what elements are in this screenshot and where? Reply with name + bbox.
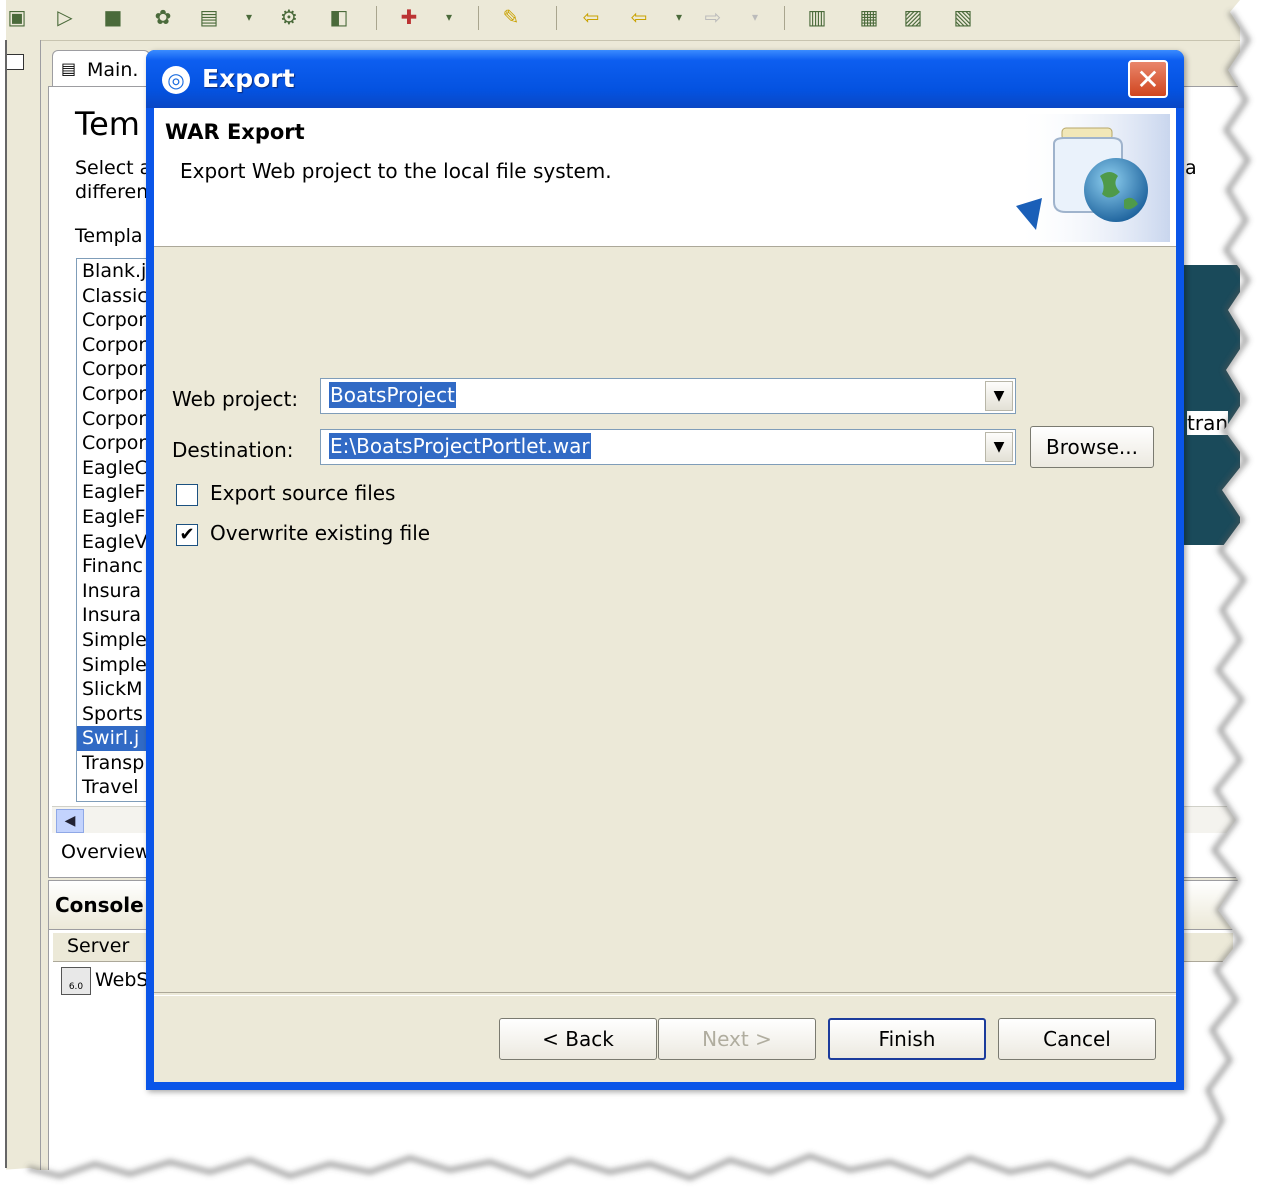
chevron-down-icon[interactable]: ▾	[236, 4, 262, 30]
chevron-down-icon[interactable]: ▾	[436, 4, 462, 30]
checkmark-icon: ✔	[179, 524, 195, 545]
eclipse-swirl-icon: ◎	[162, 66, 190, 94]
dialog-title-bar[interactable]: ◎ Export ✕	[146, 50, 1184, 108]
toolbar-separator	[478, 6, 479, 30]
server-column-label[interactable]: Server	[67, 935, 129, 957]
layout-icon[interactable]: ▤	[196, 4, 222, 30]
next-button[interactable]: Next >	[658, 1018, 816, 1060]
export-source-label[interactable]: Export source files	[210, 481, 395, 505]
web-project-label: Web project:	[172, 387, 299, 411]
scroll-left-icon[interactable]: ◀	[56, 809, 84, 833]
chevron-down-icon[interactable]: ▾	[742, 4, 768, 30]
destination-label: Destination:	[172, 438, 294, 462]
description-line: Select a	[75, 157, 152, 179]
page-icon: ▤	[61, 59, 77, 78]
left-view-strip	[0, 40, 41, 1170]
footer-separator	[154, 992, 1176, 996]
tab-overview[interactable]: Overview	[61, 841, 150, 863]
cancel-button[interactable]: Cancel	[998, 1018, 1156, 1060]
main-toolbar: ▣ ▷ ■ ✿ ▤ ▾ ⚙ ◧ ✚ ▾ ✎ ⇦ ⇦ ▾ ⇨ ▾ ▥ ▦ ▨ ▧	[0, 0, 1240, 41]
dialog-title: Export	[202, 64, 295, 93]
open-icon[interactable]: ▷	[52, 4, 78, 30]
pin-icon[interactable]: ✎	[498, 4, 524, 30]
destination-combo[interactable]: E:\BoatsProjectPortlet.war ▼	[320, 429, 1016, 465]
edit-page-icon[interactable]: ▦	[856, 4, 882, 30]
browse-button[interactable]: Browse...	[1030, 426, 1154, 468]
console-title[interactable]: Console	[55, 893, 144, 917]
overwrite-checkbox[interactable]: ✔	[176, 524, 198, 546]
description-fragment: a	[1185, 157, 1197, 179]
wizard-icon[interactable]: ✿	[150, 4, 176, 30]
dialog-client-area: WAR Export Export Web project to the loc…	[154, 108, 1176, 1082]
templates-label: Templa	[75, 225, 143, 247]
server-icon: 6.0	[61, 967, 91, 995]
tab-main-label: Main.	[87, 59, 139, 81]
run-icon[interactable]: ✚	[396, 4, 422, 30]
back-button[interactable]: < Back	[499, 1018, 657, 1060]
properties-icon[interactable]: ▧	[950, 4, 976, 30]
export-source-checkbox[interactable]	[176, 484, 198, 506]
toolbar-separator	[376, 6, 377, 30]
overwrite-label[interactable]: Overwrite existing file	[210, 521, 430, 545]
chevron-down-icon[interactable]: ▼	[985, 381, 1013, 411]
description-line: differen	[75, 181, 149, 203]
export-dialog: ◎ Export ✕ WAR Export Export Web project…	[146, 50, 1184, 1090]
wizard-title: WAR Export	[165, 120, 305, 144]
wizard-header: WAR Export Export Web project to the loc…	[154, 108, 1176, 247]
chevron-down-icon[interactable]: ▾	[666, 4, 692, 30]
toolbar-separator	[556, 6, 557, 30]
restore-icon[interactable]	[6, 54, 24, 70]
tool-icon[interactable]: ⚙	[276, 4, 302, 30]
back-arrow-icon[interactable]: ⇦	[626, 4, 652, 30]
close-button[interactable]: ✕	[1128, 60, 1168, 98]
save-icon[interactable]: ■	[100, 4, 126, 30]
preview-image	[1181, 265, 1240, 545]
war-export-banner-icon	[1014, 114, 1170, 242]
chevron-down-icon[interactable]: ▼	[985, 432, 1013, 462]
page-heading: Tem	[75, 105, 140, 143]
web-project-combo[interactable]: BoatsProject ▼	[320, 378, 1016, 414]
tab-main[interactable]: ▤ Main.	[52, 50, 150, 89]
wizard-body: Web project: BoatsProject ▼ Destination:…	[154, 248, 1176, 992]
back-arrow-icon[interactable]: ⇦	[578, 4, 604, 30]
page-icon[interactable]: ▥	[804, 4, 830, 30]
preview-text-fragment: tran	[1187, 411, 1228, 435]
export-icon[interactable]: ◧	[326, 4, 352, 30]
new-icon[interactable]: ▣	[4, 4, 30, 30]
finish-button[interactable]: Finish	[828, 1018, 986, 1060]
folder-icon[interactable]: ▨	[900, 4, 926, 30]
destination-value: E:\BoatsProjectPortlet.war	[329, 433, 591, 459]
wizard-description: Export Web project to the local file sys…	[180, 159, 612, 183]
toolbar-separator	[784, 6, 785, 30]
server-row-label[interactable]: WebS	[95, 969, 148, 991]
server-version-badge: 6.0	[68, 982, 84, 992]
web-project-value: BoatsProject	[329, 382, 456, 408]
forward-arrow-icon[interactable]: ⇨	[700, 4, 726, 30]
